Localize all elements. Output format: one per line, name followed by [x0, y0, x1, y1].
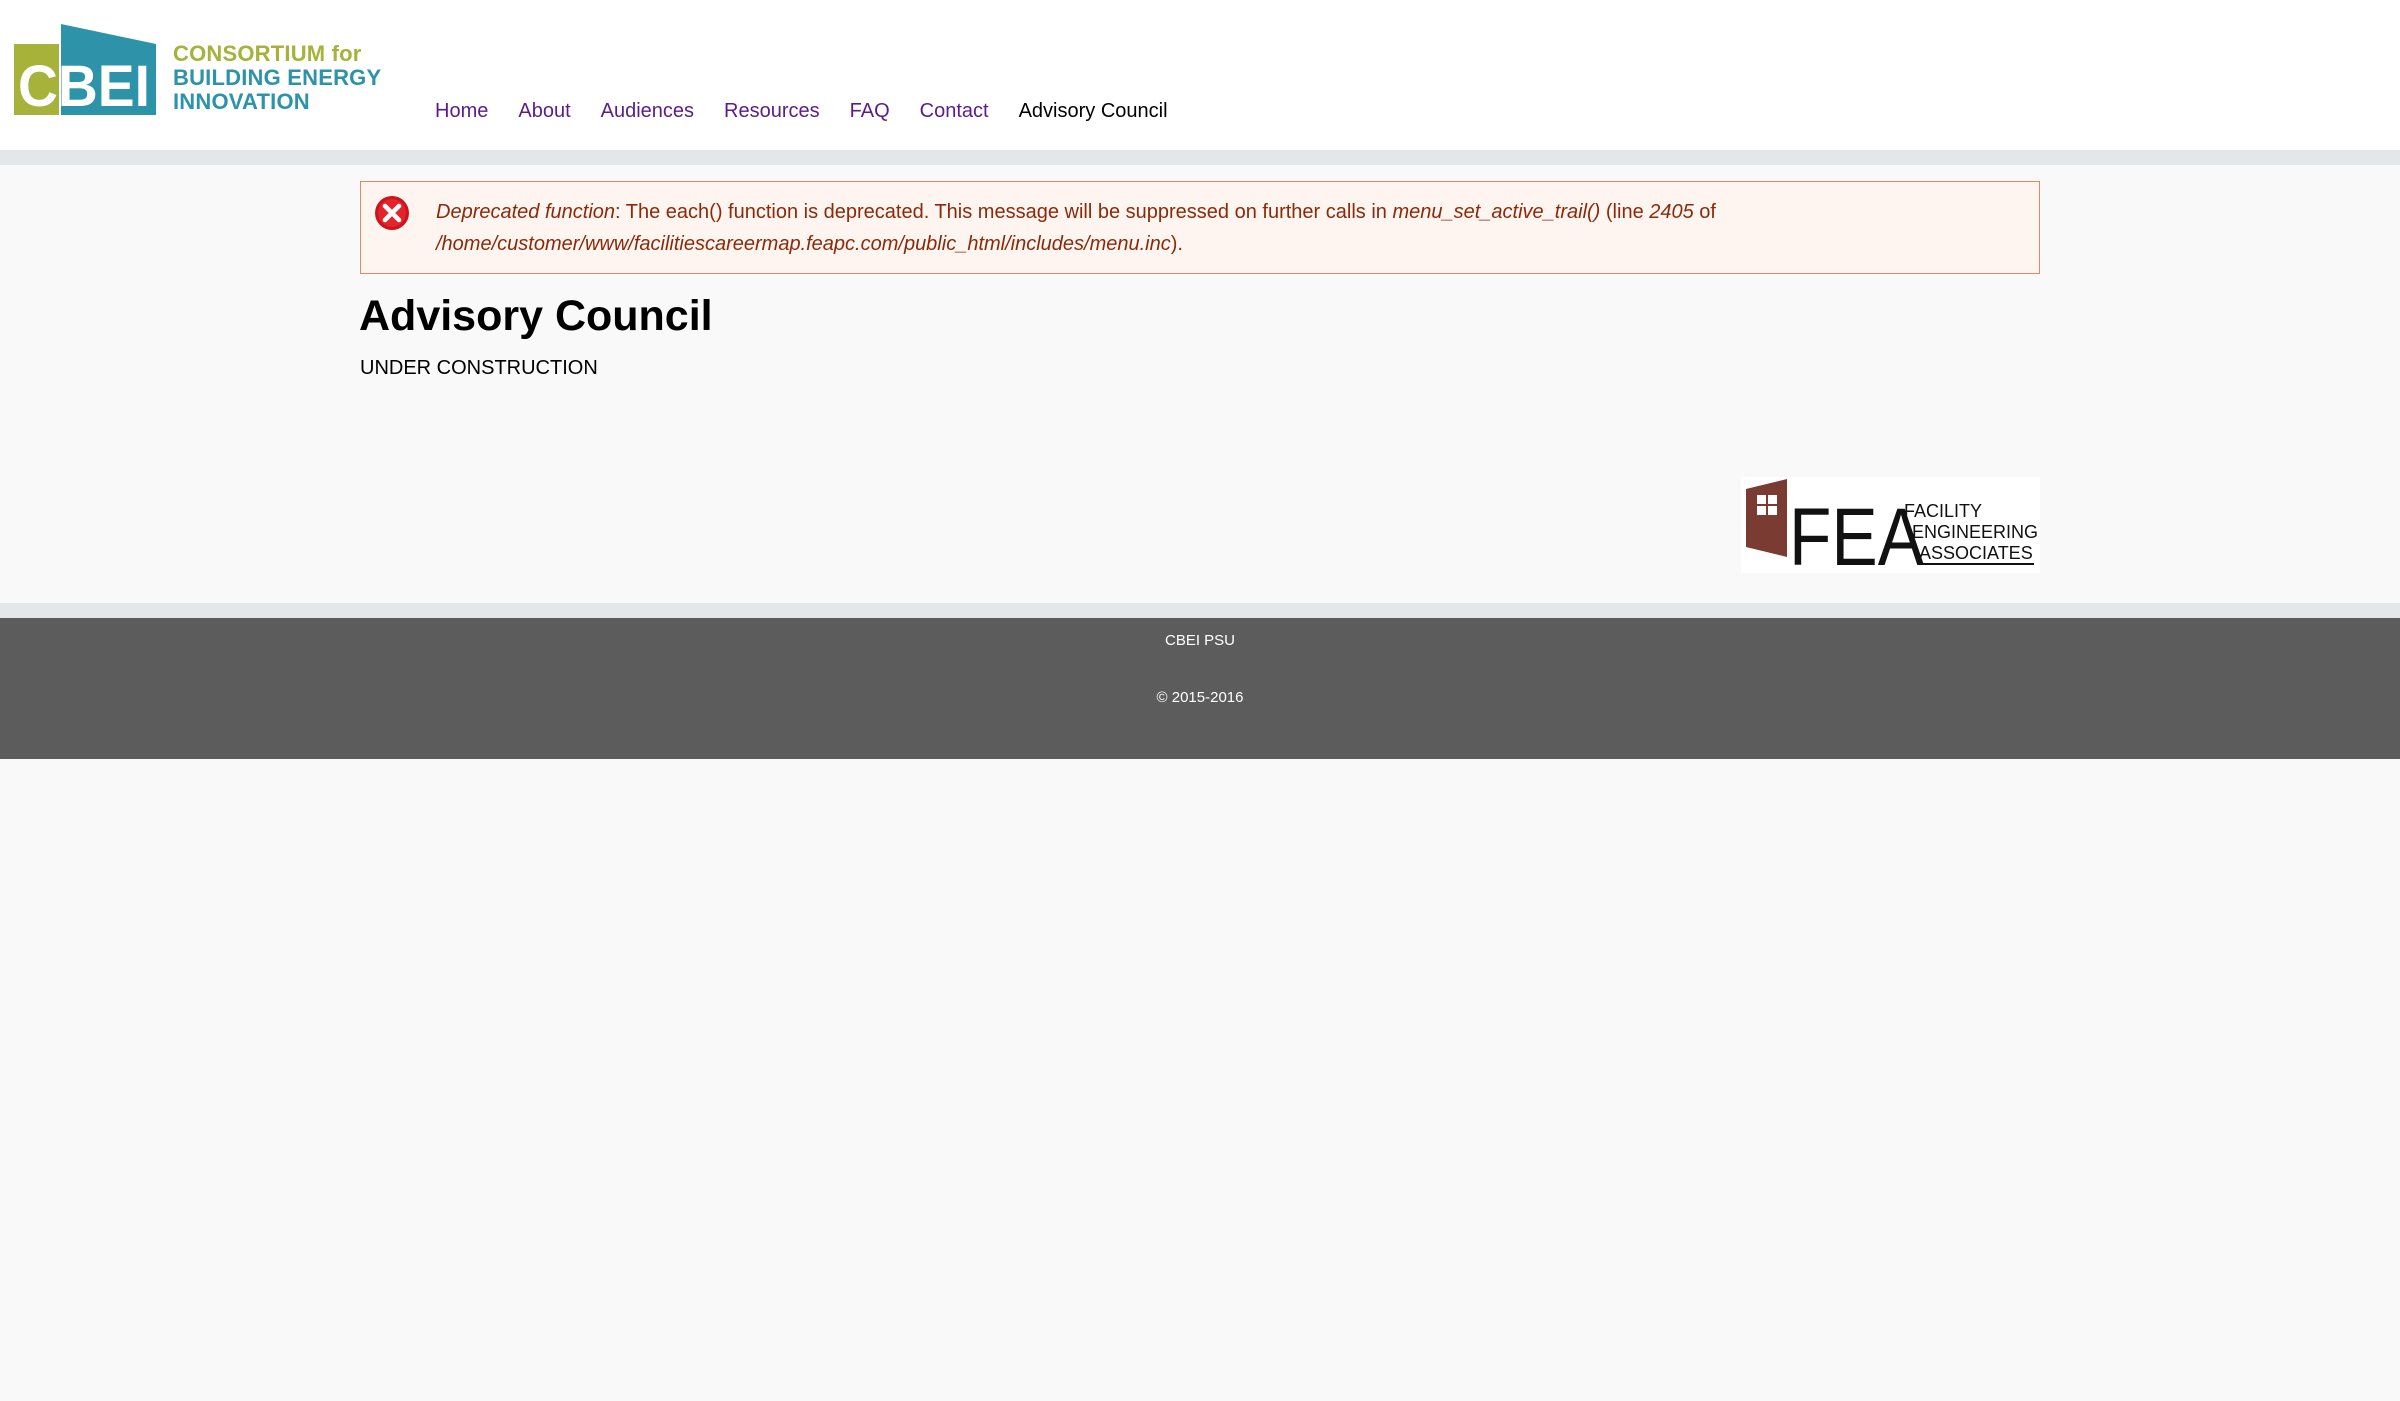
cbei-logo[interactable]: CBEI CONSORTIUM for BUILDING ENERGY INNO…	[14, 14, 394, 119]
nav-home[interactable]: Home	[435, 100, 488, 123]
footer-copyright: © 2015-2016	[1156, 689, 1244, 706]
error-label: Deprecated function	[436, 201, 616, 223]
error-text-2: (line	[1600, 201, 1650, 223]
fea-line-1: FACILITY	[1904, 501, 1982, 521]
error-message: Deprecated function: The each() function…	[360, 181, 2040, 274]
logo-wordmark: CONSORTIUM for BUILDING ENERGY INNOVATIO…	[173, 42, 381, 114]
cbei-logo-mark-text: CBEI	[18, 54, 150, 115]
error-x-icon	[375, 196, 409, 230]
error-path: /home/customer/www/facilitiescareermap.f…	[436, 233, 1171, 255]
error-function: menu_set_active_trail()	[1392, 201, 1601, 223]
fea-logo[interactable]: FEA FACILITY ENGINEERING ASSOCIATES	[1741, 477, 2040, 573]
page-body: UNDER CONSTRUCTION	[360, 357, 598, 379]
fea-line-3: ASSOCIATES	[1919, 543, 2033, 563]
nav-contact[interactable]: Contact	[920, 100, 989, 123]
logo-line-1: CONSORTIUM for	[173, 41, 362, 66]
nav-resources[interactable]: Resources	[724, 100, 820, 123]
page-title: Advisory Council	[359, 292, 713, 340]
nav-faq[interactable]: FAQ	[850, 100, 890, 123]
nav-about[interactable]: About	[518, 100, 570, 123]
error-text-1: : The each() function is deprecated. Thi…	[615, 201, 1393, 223]
fea-line-2: ENGINEERING	[1912, 522, 2038, 542]
logo-line-3: INNOVATION	[173, 89, 310, 114]
fea-logo-graphic: FEA FACILITY ENGINEERING ASSOCIATES	[1746, 479, 2038, 573]
nav-advisory-council[interactable]: Advisory Council	[1019, 100, 1168, 123]
logo-line-2: BUILDING ENERGY	[173, 65, 382, 90]
error-text-3: of	[1693, 201, 1716, 223]
main-content: Deprecated function: The each() function…	[0, 165, 2400, 603]
site-header: CBEI CONSORTIUM for BUILDING ENERGY INNO…	[0, 0, 2400, 150]
site-footer: CBEI PSU © 2015-2016	[0, 618, 2400, 759]
footer-divider	[0, 603, 2400, 618]
header-divider	[0, 150, 2400, 165]
cbei-logo-mark: CBEI	[14, 24, 156, 115]
nav-audiences[interactable]: Audiences	[601, 100, 694, 123]
error-line: 2405	[1649, 201, 1694, 223]
footer-org: CBEI PSU	[1164, 632, 1236, 649]
error-text: Deprecated function: The each() function…	[436, 196, 2026, 260]
main-nav: Home About Audiences Resources FAQ Conta…	[435, 100, 1168, 123]
error-text-4: ).	[1170, 233, 1183, 255]
